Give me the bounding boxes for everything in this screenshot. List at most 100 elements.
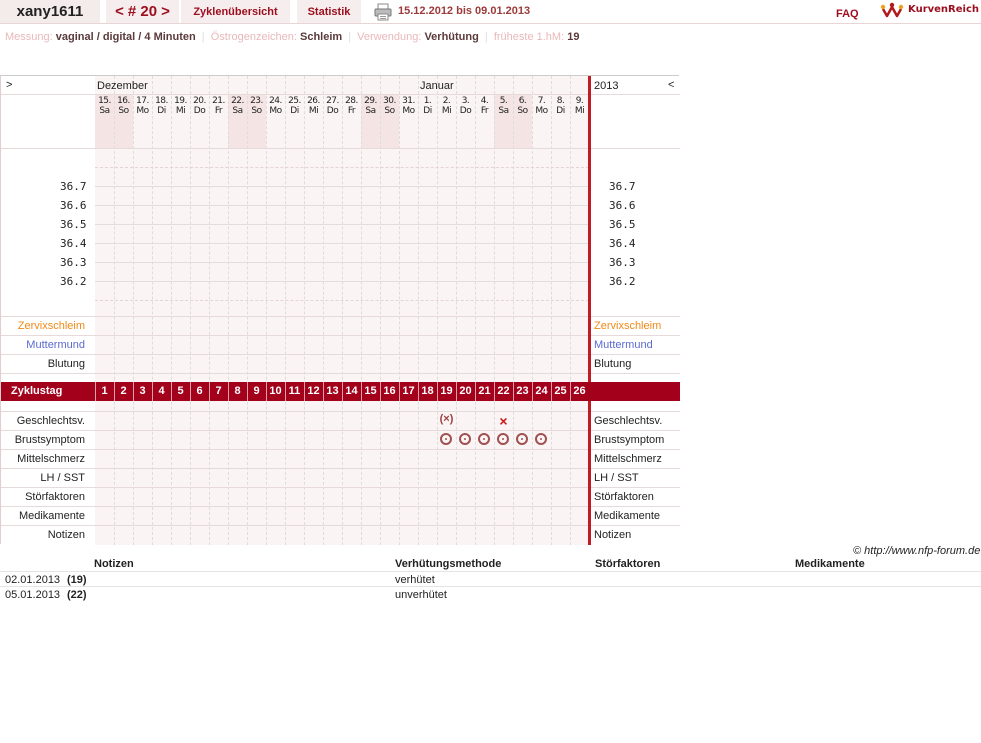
day-date: 15. bbox=[98, 96, 111, 106]
grid-line bbox=[475, 76, 476, 545]
cycle-day-number: 25 bbox=[554, 385, 567, 397]
day-weekday: Mi bbox=[574, 106, 585, 116]
breast-symptom-icon[interactable] bbox=[497, 433, 509, 445]
temperature-label-left: 36.2 bbox=[60, 275, 87, 288]
day-header[interactable]: 28. Fr bbox=[342, 96, 361, 116]
next-cycle-button[interactable]: > bbox=[159, 3, 172, 20]
day-date: 16. bbox=[117, 96, 130, 106]
day-header[interactable]: 18. Di bbox=[152, 96, 171, 116]
day-header[interactable]: 26. Mi bbox=[304, 96, 323, 116]
day-header[interactable]: 24. Mo bbox=[266, 96, 285, 116]
day-weekday: Sa bbox=[498, 106, 509, 116]
day-header[interactable]: 2. Mi bbox=[437, 96, 456, 116]
breast-symptom-icon[interactable] bbox=[440, 433, 452, 445]
day-date: 30. bbox=[383, 96, 396, 106]
label-zervixschleim-left: Zervixschleim bbox=[17, 320, 85, 332]
day-header[interactable]: 9. Mi bbox=[570, 96, 589, 116]
day-date: 31. bbox=[402, 96, 415, 106]
day-header[interactable]: 20. Do bbox=[190, 96, 209, 116]
day-date: 3. bbox=[461, 96, 470, 106]
day-header[interactable]: 6. So bbox=[513, 96, 532, 116]
grid-line bbox=[247, 76, 248, 545]
cycle-day-number: 17 bbox=[402, 385, 415, 397]
brand-logo[interactable]: KurvenReich bbox=[880, 1, 980, 21]
temperature-gridline bbox=[95, 167, 589, 168]
cycle-day-number: 16 bbox=[383, 385, 396, 397]
grid-line bbox=[513, 76, 514, 545]
brand-name: KurvenReich bbox=[908, 4, 980, 15]
cycle-day-number: 5 bbox=[177, 385, 184, 397]
row-divider bbox=[1, 335, 680, 336]
day-weekday: Do bbox=[193, 106, 206, 116]
label-stoerfaktoren-left: Störfaktoren bbox=[25, 491, 85, 503]
temperature-label-right: 36.3 bbox=[609, 256, 636, 269]
label-notizen-right: Notizen bbox=[594, 529, 632, 541]
label-lh-sst-right: LH / SST bbox=[594, 472, 639, 484]
earliest-value: 19 bbox=[567, 31, 580, 43]
breast-symptom-icon[interactable] bbox=[459, 433, 471, 445]
prev-cycle-button[interactable]: < bbox=[113, 3, 126, 20]
day-header[interactable]: 16. So bbox=[114, 96, 133, 116]
day-header[interactable]: 29. Sa bbox=[361, 96, 380, 116]
tab-statistics[interactable]: Statistik bbox=[297, 0, 361, 23]
label-stoerfaktoren-right: Störfaktoren bbox=[594, 491, 654, 503]
day-header[interactable]: 31. Mo bbox=[399, 96, 418, 116]
intercourse-mark[interactable]: (×) bbox=[437, 413, 456, 425]
measurement-info: Messung: vaginal / digital / 4 Minuten |… bbox=[5, 31, 579, 43]
day-header[interactable]: 22. Sa bbox=[228, 96, 247, 116]
scroll-right-arrow[interactable]: < bbox=[668, 79, 674, 91]
day-date: 26. bbox=[307, 96, 320, 106]
grid-line bbox=[418, 76, 419, 545]
label-lh-sst-left: LH / SST bbox=[40, 472, 85, 484]
day-header[interactable]: 27. Do bbox=[323, 96, 342, 116]
grid-line bbox=[228, 76, 229, 545]
day-header[interactable]: 8. Di bbox=[551, 96, 570, 116]
breast-symptom-icon[interactable] bbox=[535, 433, 547, 445]
faq-link[interactable]: FAQ bbox=[836, 8, 859, 20]
day-header[interactable]: 17. Mo bbox=[133, 96, 152, 116]
row-method: verhütet bbox=[395, 574, 435, 586]
day-date: 7. bbox=[537, 96, 546, 106]
grid-line bbox=[323, 76, 324, 545]
row-divider bbox=[1, 506, 680, 507]
cycle-day-number: 20 bbox=[459, 385, 472, 397]
day-header[interactable]: 15. Sa bbox=[95, 96, 114, 116]
day-date: 27. bbox=[326, 96, 339, 106]
cycle-day-number: 13 bbox=[326, 385, 339, 397]
usage-label: Verwendung: bbox=[357, 31, 422, 43]
measurement-label: Messung: bbox=[5, 31, 53, 43]
crown-icon bbox=[880, 2, 904, 18]
cycle-day-number: 14 bbox=[345, 385, 358, 397]
cycle-day-number: 26 bbox=[573, 385, 586, 397]
day-header[interactable]: 25. Di bbox=[285, 96, 304, 116]
day-header[interactable]: 23. So bbox=[247, 96, 266, 116]
col-header-notes: Notizen bbox=[94, 558, 134, 570]
intercourse-mark[interactable]: × bbox=[494, 413, 513, 429]
temperature-gridline bbox=[95, 205, 589, 206]
day-weekday: So bbox=[517, 106, 528, 116]
breast-symptom-icon[interactable] bbox=[478, 433, 490, 445]
day-header[interactable]: 5. Sa bbox=[494, 96, 513, 116]
day-header[interactable]: 21. Fr bbox=[209, 96, 228, 116]
current-day-marker bbox=[588, 76, 591, 545]
day-header[interactable]: 4. Fr bbox=[475, 96, 494, 116]
breast-symptom-icon[interactable] bbox=[516, 433, 528, 445]
day-header[interactable]: 19. Mi bbox=[171, 96, 190, 116]
label-muttermund-right: Muttermund bbox=[594, 339, 653, 351]
temperature-label-right: 36.4 bbox=[609, 237, 636, 250]
day-header[interactable]: 1. Di bbox=[418, 96, 437, 116]
printer-icon[interactable] bbox=[374, 3, 392, 21]
label-notizen-left: Notizen bbox=[47, 529, 85, 541]
day-weekday: Do bbox=[326, 106, 339, 116]
day-weekday: So bbox=[384, 106, 395, 116]
day-weekday: So bbox=[118, 106, 129, 116]
tab-cycle-overview[interactable]: Zyklenübersicht bbox=[181, 0, 290, 23]
day-header[interactable]: 30. So bbox=[380, 96, 399, 116]
separator: | bbox=[348, 31, 352, 43]
day-header[interactable]: 7. Mo bbox=[532, 96, 551, 116]
cycle-day-number: 9 bbox=[253, 385, 260, 397]
day-header[interactable]: 3. Do bbox=[456, 96, 475, 116]
temperature-gridline bbox=[95, 186, 589, 187]
day-weekday: Mo bbox=[535, 106, 548, 116]
scroll-left-arrow[interactable]: > bbox=[6, 79, 12, 91]
